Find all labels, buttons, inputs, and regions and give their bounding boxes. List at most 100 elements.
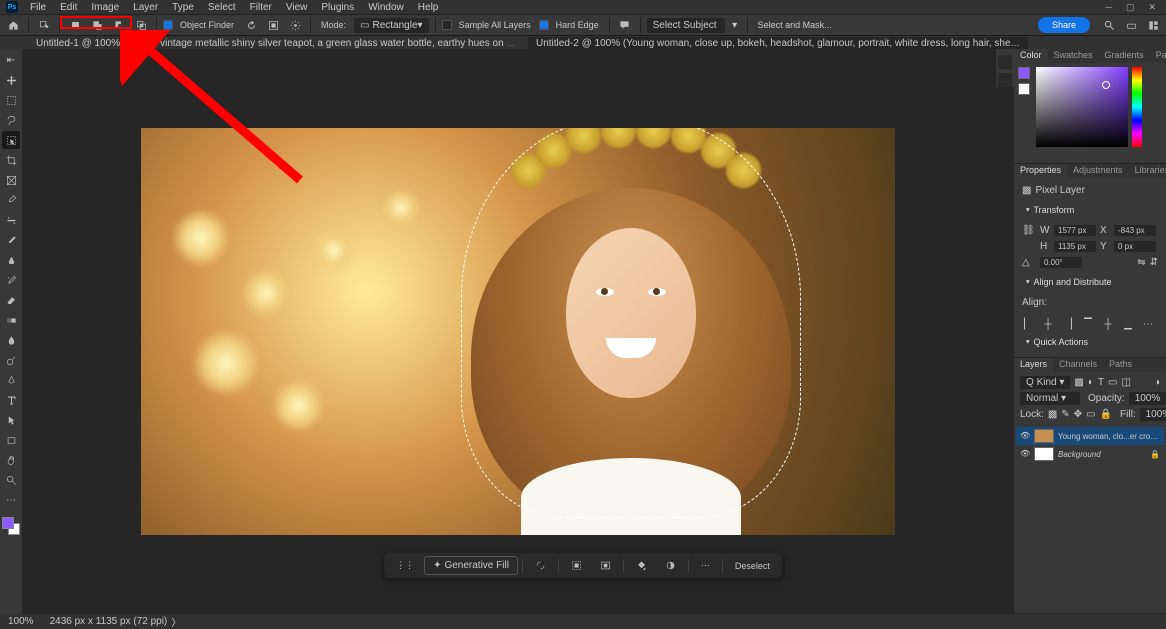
tab-libraries[interactable]: Libraries (1129, 164, 1166, 178)
healing-brush-tool-icon[interactable] (2, 211, 20, 229)
lock-icon[interactable]: 🔒 (1150, 450, 1160, 459)
eyedropper-tool-icon[interactable] (2, 191, 20, 209)
lock-transparency-icon[interactable]: ▩ (1048, 409, 1057, 420)
background-swatch[interactable] (1018, 83, 1030, 95)
lock-artboard-icon[interactable]: ▭ (1086, 409, 1095, 420)
clone-stamp-tool-icon[interactable] (2, 251, 20, 269)
filter-smart-icon[interactable]: ◫ (1121, 377, 1130, 388)
blur-tool-icon[interactable] (2, 331, 20, 349)
modify-selection-icon[interactable] (527, 557, 554, 574)
menu-edit[interactable]: Edit (54, 1, 83, 14)
layer-name[interactable]: Background (1058, 450, 1146, 459)
add-selection-icon[interactable] (88, 16, 106, 34)
eraser-tool-icon[interactable] (2, 291, 20, 309)
menu-layer[interactable]: Layer (127, 1, 164, 14)
visibility-icon[interactable]: 👁 (1020, 431, 1030, 441)
collapsed-panel-icon[interactable] (998, 73, 1012, 87)
x-field[interactable]: -843 px (1114, 225, 1156, 236)
tab-untitled-1[interactable]: Untitled-1 @ 100% (A 1988 vintage metall… (28, 37, 528, 50)
collapse-icon[interactable]: ⇤ (2, 51, 20, 69)
fill-icon[interactable] (628, 557, 655, 574)
document-canvas[interactable] (141, 128, 895, 535)
overlay-icon[interactable] (264, 16, 282, 34)
align-right-icon[interactable]: ▕ (1062, 318, 1074, 330)
color-field[interactable] (1036, 67, 1128, 147)
crop-tool-icon[interactable] (2, 151, 20, 169)
align-top-icon[interactable]: ▔ (1082, 318, 1094, 330)
adjustment-icon[interactable] (657, 557, 684, 574)
lock-all-icon[interactable]: 🔒 (1100, 409, 1112, 420)
cloud-icon[interactable] (1122, 16, 1140, 34)
subtract-selection-icon[interactable] (110, 16, 128, 34)
layer-filter-kind[interactable]: Q Kind ▾ (1020, 376, 1070, 389)
refresh-icon[interactable] (242, 16, 260, 34)
workspace-icon[interactable] (1144, 16, 1162, 34)
menu-filter[interactable]: Filter (244, 1, 278, 14)
edit-toolbar-icon[interactable]: ⋯ (2, 491, 20, 509)
foreground-swatch[interactable] (1018, 67, 1030, 79)
menu-plugins[interactable]: Plugins (315, 1, 360, 14)
color-swatches[interactable] (2, 517, 20, 535)
mode-dropdown[interactable]: ▭Rectangle▾ (354, 18, 429, 33)
blend-mode-dropdown[interactable]: Normal ▾ (1020, 392, 1080, 405)
zoom-level[interactable]: 100% (8, 616, 34, 627)
select-subject-dropdown-icon[interactable]: ▾ (729, 16, 741, 34)
y-field[interactable]: 0 px (1114, 241, 1156, 252)
doc-dimensions[interactable]: 2436 px x 1135 px (72 ppi) (50, 616, 168, 627)
hue-slider[interactable] (1132, 67, 1142, 147)
menu-file[interactable]: File (24, 1, 52, 14)
flip-h-icon[interactable]: ⇋ (1137, 257, 1145, 268)
opacity-field[interactable]: 100% (1129, 392, 1166, 405)
close-icon[interactable]: ✕ (1148, 2, 1156, 13)
filter-type-icon[interactable]: T (1098, 377, 1104, 388)
object-finder-toggle[interactable]: Object Finder (163, 20, 238, 30)
filter-pixel-icon[interactable]: ▩ (1074, 377, 1083, 388)
more-icon[interactable]: ⋯ (693, 557, 718, 574)
tab-gradients[interactable]: Gradients (1099, 49, 1150, 63)
home-icon[interactable] (4, 16, 22, 34)
menu-select[interactable]: Select (202, 1, 242, 14)
align-vcenter-icon[interactable]: ┼ (1102, 318, 1114, 330)
generative-fill-button[interactable]: ✦Generative Fill (424, 556, 518, 575)
deselect-button[interactable]: Deselect (727, 558, 778, 574)
tab-untitled-2[interactable]: Untitled-2 @ 100% (Young woman, close up… (528, 37, 1028, 50)
filter-adjustment-icon[interactable]: ◐ (1088, 377, 1094, 388)
pen-tool-icon[interactable] (2, 371, 20, 389)
align-left-icon[interactable]: ▏ (1022, 318, 1034, 330)
marquee-tool-icon[interactable] (2, 91, 20, 109)
tab-color[interactable]: Color (1014, 49, 1048, 63)
drag-handle-icon[interactable]: ⋮⋮ (388, 557, 422, 574)
move-tool-icon[interactable] (2, 71, 20, 89)
hand-tool-icon[interactable] (2, 451, 20, 469)
mask-icon[interactable] (592, 557, 619, 574)
tab-properties[interactable]: Properties (1014, 164, 1067, 178)
menu-window[interactable]: Window (362, 1, 410, 14)
transform-section[interactable]: Transform (1014, 202, 1166, 218)
rectangle-tool-icon[interactable] (2, 431, 20, 449)
layer-row[interactable]: 👁 Background 🔒 (1016, 445, 1164, 463)
brush-tool-icon[interactable] (2, 231, 20, 249)
select-and-mask-button[interactable]: Select and Mask... (754, 20, 836, 30)
path-selection-tool-icon[interactable] (2, 411, 20, 429)
menu-image[interactable]: Image (85, 1, 125, 14)
layer-row[interactable]: 👁 Young woman, clo...er crown; golden (1016, 427, 1164, 445)
sample-all-layers-toggle[interactable]: Sample All Layers (442, 20, 535, 30)
tab-paths[interactable]: Paths (1103, 358, 1138, 372)
object-selection-tool-icon[interactable] (2, 131, 20, 149)
feedback-icon[interactable] (616, 16, 634, 34)
align-bottom-icon[interactable]: ▁ (1122, 318, 1134, 330)
tab-channels[interactable]: Channels (1053, 358, 1103, 372)
distribute-icon[interactable]: ⋯ (1142, 318, 1154, 330)
gradient-tool-icon[interactable] (2, 311, 20, 329)
lasso-tool-icon[interactable] (2, 111, 20, 129)
color-picker[interactable] (1014, 63, 1166, 163)
layer-thumbnail[interactable] (1034, 429, 1054, 443)
align-hcenter-icon[interactable]: ┼ (1042, 318, 1054, 330)
quick-actions-section[interactable]: Quick Actions (1014, 334, 1166, 357)
intersect-selection-icon[interactable] (132, 16, 150, 34)
tab-layers[interactable]: Layers (1014, 358, 1053, 372)
zoom-tool-icon[interactable] (2, 471, 20, 489)
filter-toggle-icon[interactable]: ◑ (1154, 377, 1160, 388)
maximize-icon[interactable]: ▢ (1126, 2, 1135, 13)
tab-patterns[interactable]: Patterns (1150, 49, 1166, 63)
